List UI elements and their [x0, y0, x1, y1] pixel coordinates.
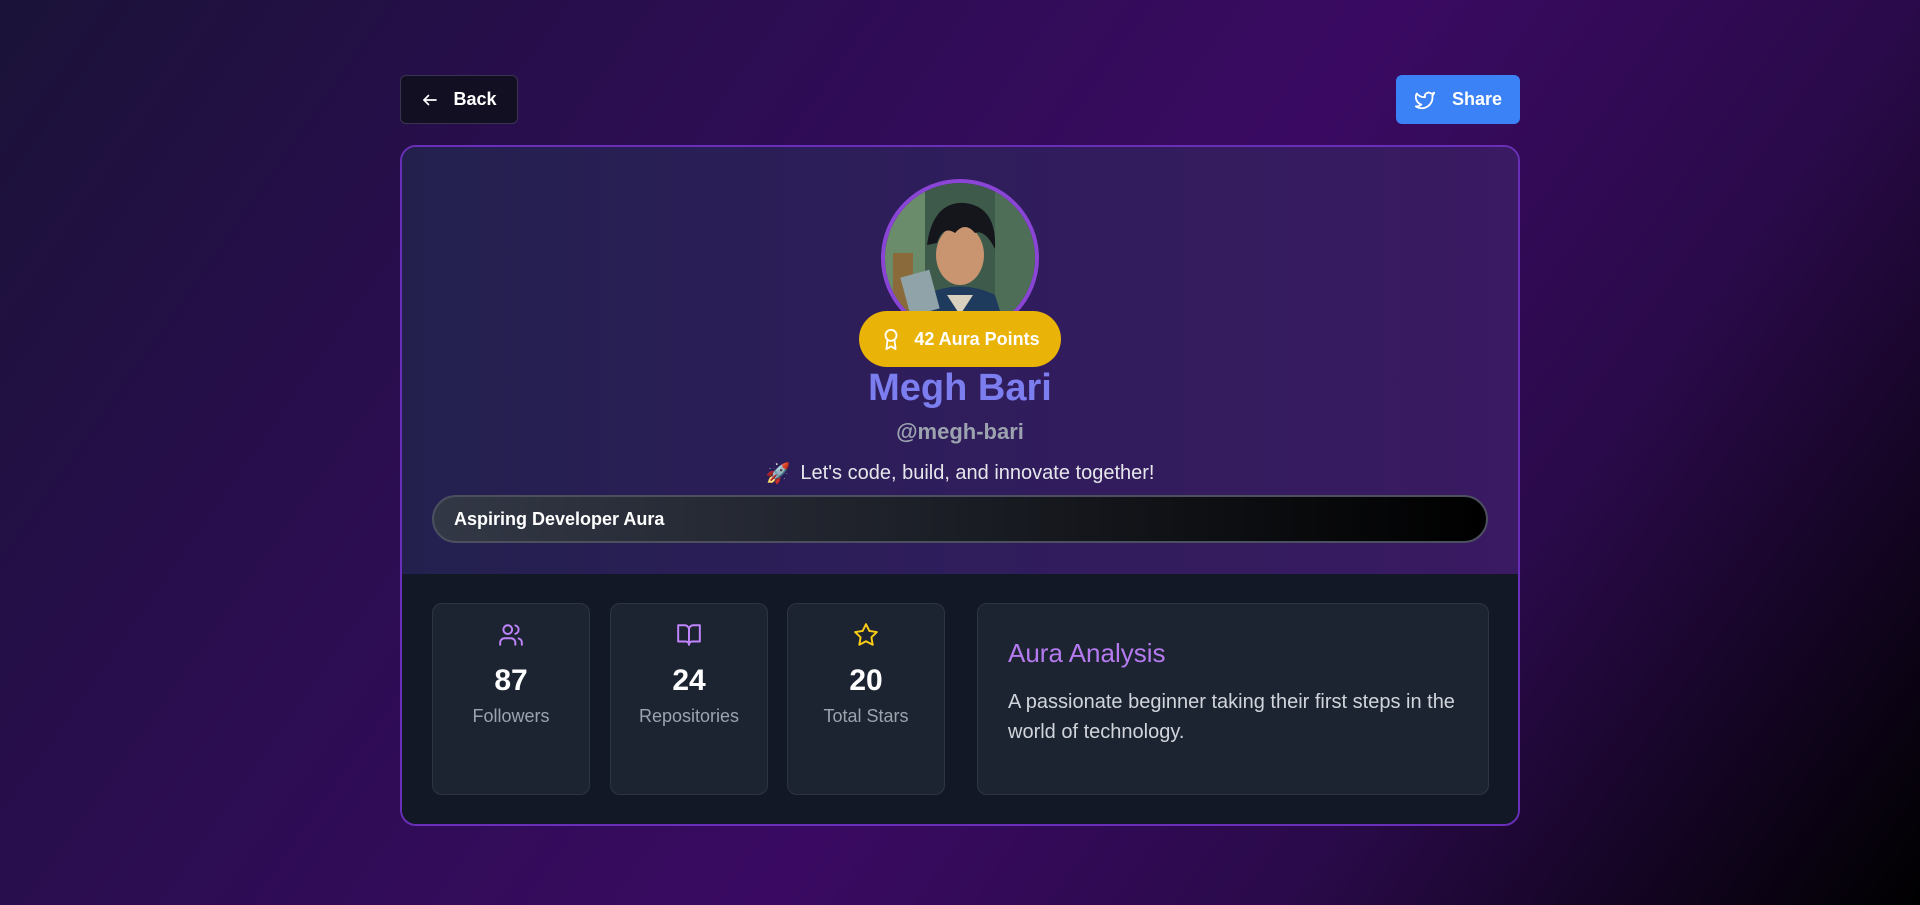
- aura-analysis-text: A passionate beginner taking their first…: [1008, 691, 1455, 743]
- stat-repositories: 24 Repositories: [610, 603, 768, 795]
- stat-value: 87: [494, 664, 528, 697]
- back-button-label: Back: [453, 89, 497, 109]
- stat-label: Total Stars: [823, 706, 909, 726]
- profile-username: @megh-bari: [896, 419, 1024, 444]
- rocket-icon: 🚀: [765, 463, 791, 485]
- profile-name: Megh Bari: [868, 367, 1052, 409]
- stat-value: 20: [849, 664, 883, 697]
- award-icon: [880, 327, 902, 351]
- stat-total-stars: 20 Total Stars: [787, 603, 945, 795]
- share-button-label: Share: [1451, 89, 1503, 109]
- arrow-left-icon: [421, 91, 439, 109]
- share-button[interactable]: Share: [1396, 75, 1520, 124]
- profile-bio: 🚀 Let's code, build, and innovate togeth…: [402, 461, 1518, 486]
- stat-label: Repositories: [638, 706, 740, 726]
- profile-header: 42 Aura Points Megh Bari @megh-bari 🚀 Le…: [402, 147, 1518, 574]
- stat-label: Followers: [472, 706, 550, 726]
- star-icon: [788, 622, 944, 648]
- aura-level-bar: Aspiring Developer Aura: [432, 495, 1488, 543]
- aura-points-badge: 42 Aura Points: [859, 311, 1061, 367]
- aura-analysis-title: Aura Analysis: [1008, 638, 1166, 668]
- bio-text: Let's code, build, and innovate together…: [800, 462, 1155, 484]
- users-icon: [433, 622, 589, 648]
- stat-followers: 87 Followers: [432, 603, 590, 795]
- book-open-icon: [611, 622, 767, 648]
- aura-analysis-card: Aura Analysis A passionate beginner taki…: [977, 603, 1489, 795]
- profile-card: 42 Aura Points Megh Bari @megh-bari 🚀 Le…: [400, 145, 1520, 826]
- aura-level-label: Aspiring Developer Aura: [454, 508, 665, 529]
- stat-value: 24: [672, 664, 706, 697]
- back-button[interactable]: Back: [400, 75, 518, 124]
- aura-points-label: 42 Aura Points: [914, 328, 1040, 349]
- twitter-icon: [1414, 89, 1436, 111]
